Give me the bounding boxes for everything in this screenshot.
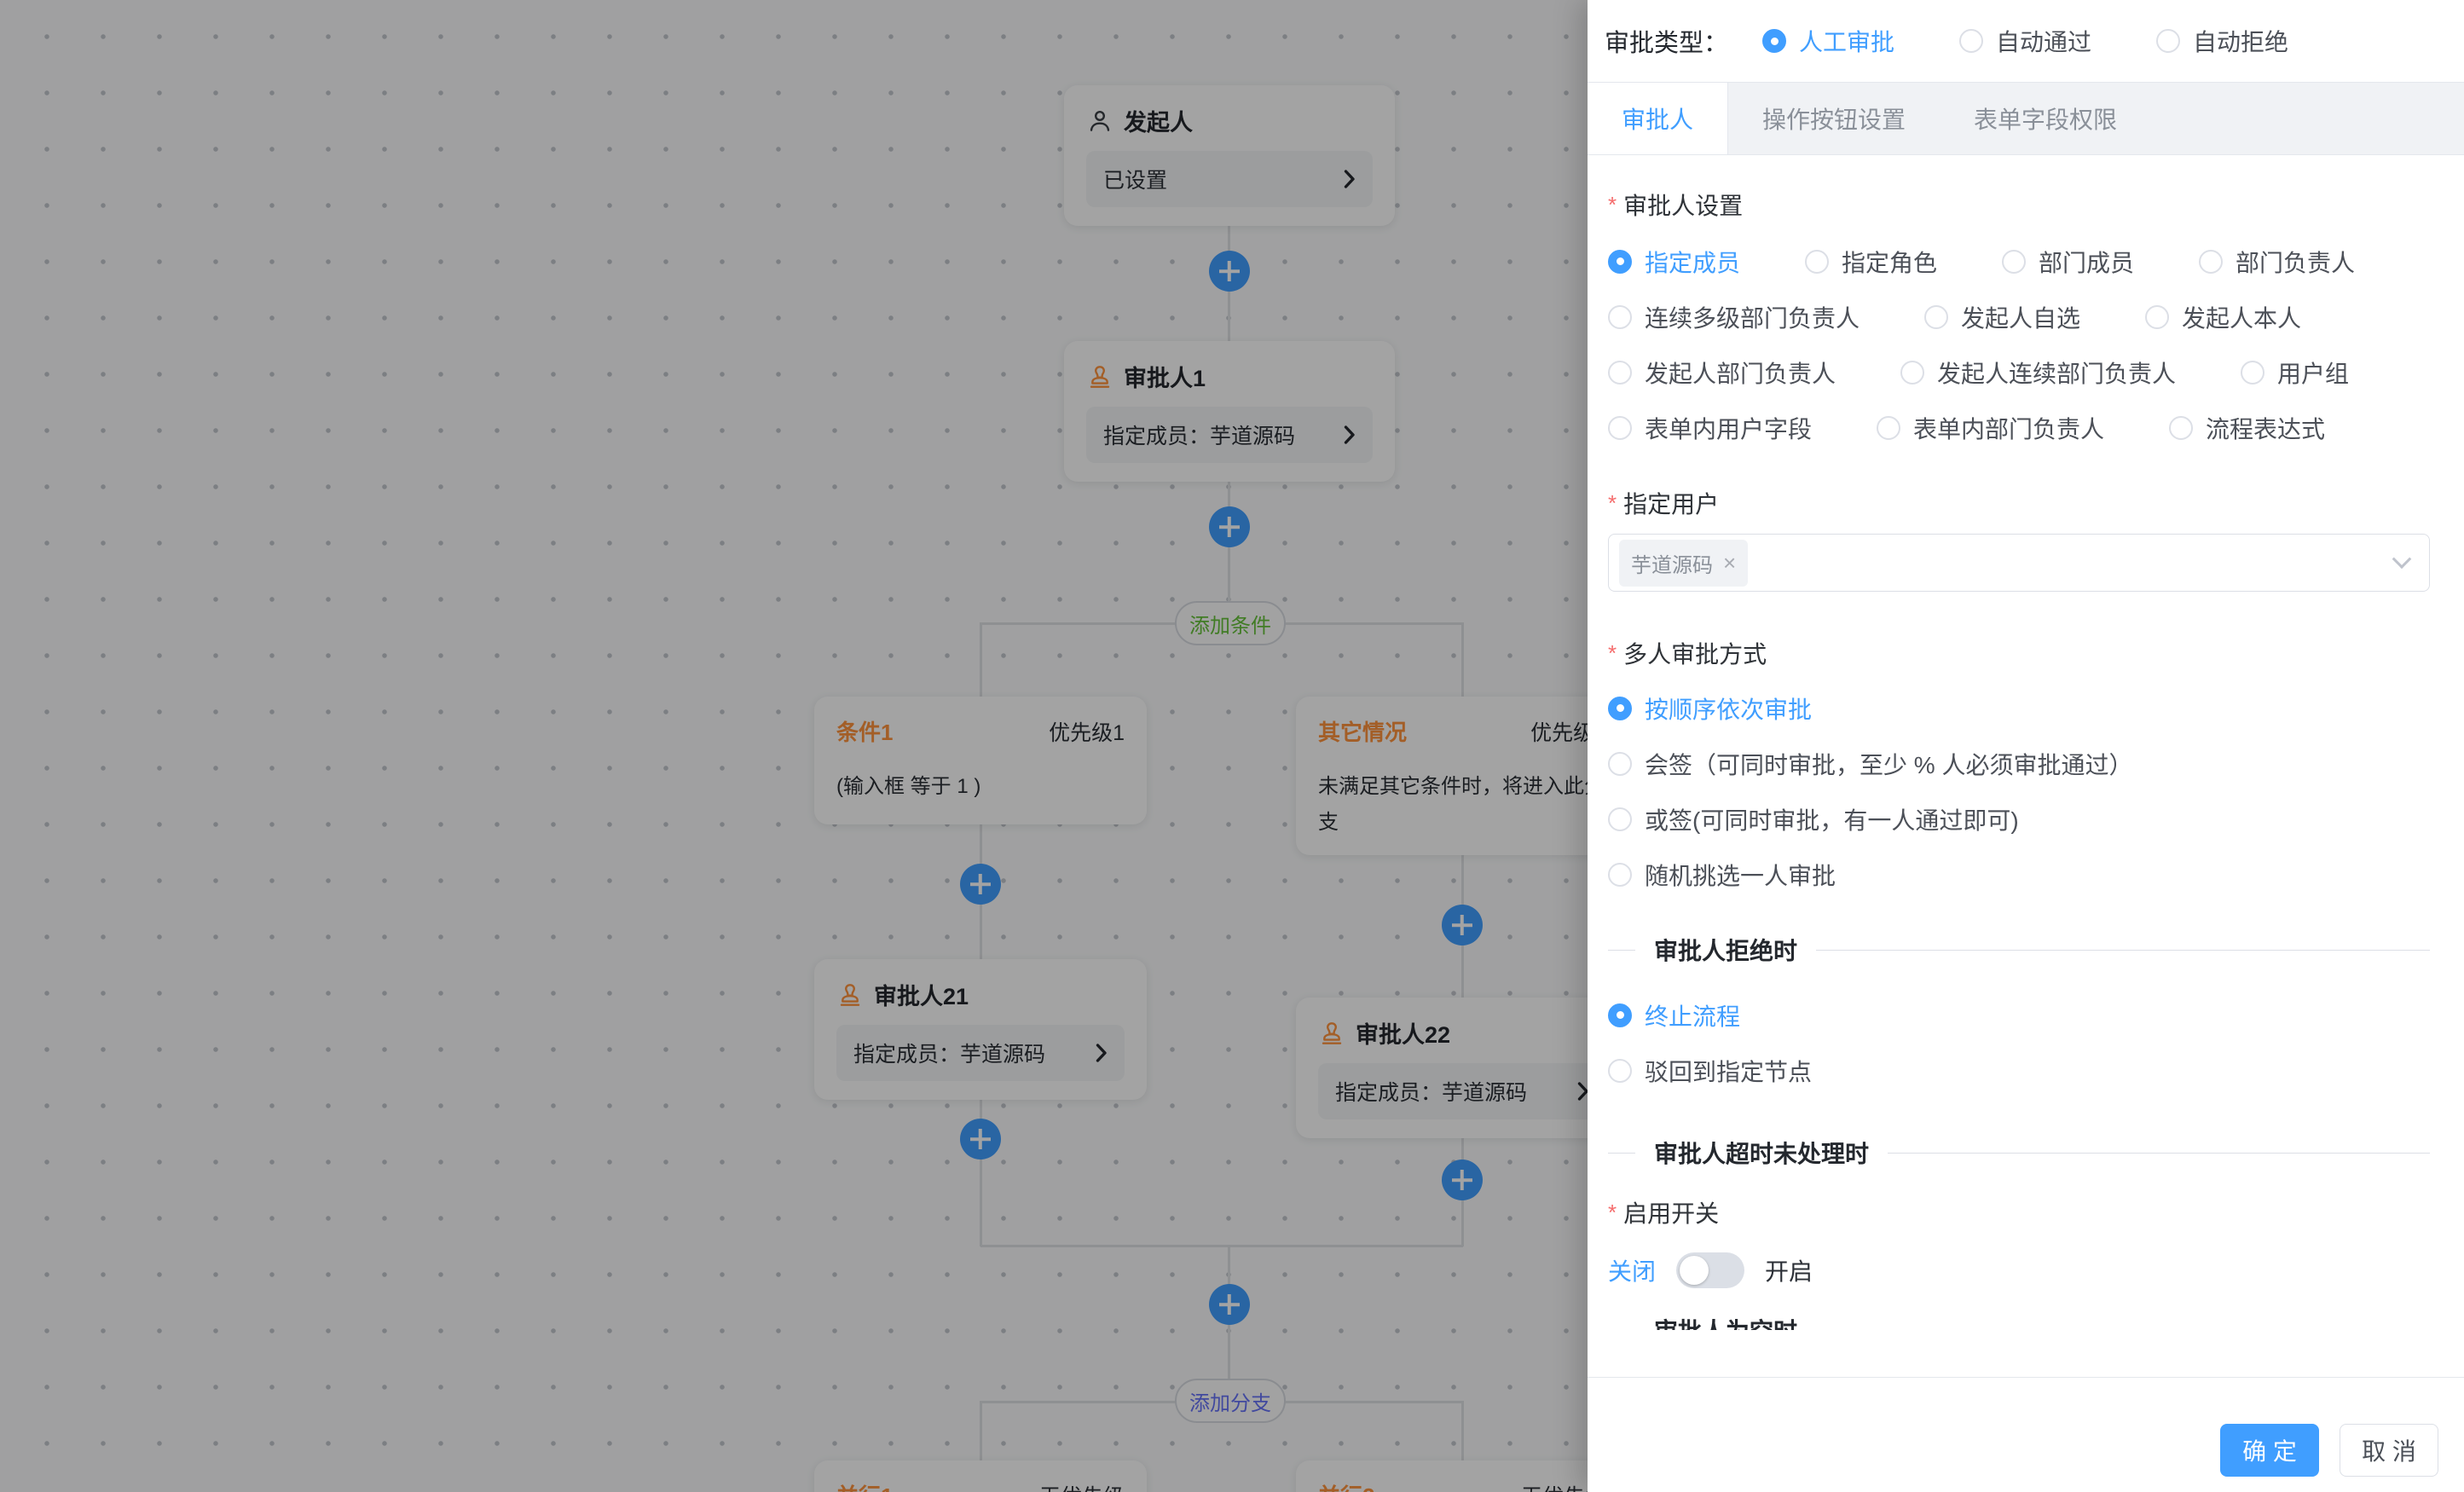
radio-icon (1608, 1059, 1632, 1083)
tab-button-settings[interactable]: 操作按钮设置 (1728, 83, 1940, 154)
cancel-button[interactable]: 取 消 (2340, 1424, 2438, 1477)
radio-icon (1608, 305, 1632, 329)
radio-option[interactable]: 发起人部门负责人 (1608, 356, 1836, 390)
radio-icon (2145, 305, 2169, 329)
radio-option[interactable]: 或签(可同时审批，有一人通过即可) (1608, 803, 2430, 835)
radio-icon (1608, 697, 1632, 720)
radio-option[interactable]: 终止流程 (1608, 999, 2430, 1031)
approver-setting-row: 表单内用户字段 表单内部门负责人 流程表达式 (1608, 412, 2430, 443)
approval-settings-drawer: 审批类型： 人工审批 自动通过 自动拒绝 审批人 操作按钮设置 表单字段权限 审… (1588, 0, 2464, 1492)
radio-option[interactable]: 指定成员 (1608, 245, 1740, 279)
empty-approver-section-divider: 审批人为空时 (1608, 1313, 2430, 1330)
reject-section-divider: 审批人拒绝时 (1608, 933, 2430, 967)
radio-icon (2169, 416, 2193, 440)
multi-approve-options: 按顺序依次审批 会签（可同时审批，至少 % 人必须审批通过） 或签(可同时审批，… (1608, 692, 2430, 890)
user-tag: 芋道源码 (1619, 540, 1748, 587)
confirm-button[interactable]: 确 定 (2220, 1424, 2319, 1477)
radio-icon (1762, 29, 1786, 53)
approval-type-row: 审批类型： 人工审批 自动通过 自动拒绝 (1588, 0, 2464, 82)
radio-icon (1608, 807, 1632, 831)
reject-options: 终止流程 驳回到指定节点 (1608, 999, 2430, 1086)
approver-setting-row: 发起人部门负责人 发起人连续部门负责人 用户组 (1608, 356, 2430, 388)
radio-icon (1608, 361, 1632, 385)
tab-approver[interactable]: 审批人 (1588, 83, 1728, 154)
radio-option[interactable]: 部门负责人 (2199, 245, 2355, 279)
radio-icon (2199, 250, 2223, 274)
enable-switch-label: 启用开关 (1608, 1195, 2430, 1229)
timeout-switch[interactable] (1676, 1252, 1744, 1288)
radio-icon (1608, 416, 1632, 440)
approver-setting-label: 审批人设置 (1608, 188, 2430, 222)
radio-option[interactable]: 按顺序依次审批 (1608, 692, 2430, 724)
toggle-on-label: 开启 (1765, 1253, 1813, 1287)
chevron-down-icon (2392, 549, 2412, 569)
approval-type-label: 审批类型： (1605, 23, 1728, 59)
radio-option[interactable]: 驳回到指定节点 (1608, 1055, 2430, 1086)
timeout-section-divider: 审批人超时未处理时 (1608, 1136, 2430, 1170)
radio-icon (2241, 361, 2264, 385)
radio-icon (1608, 863, 1632, 887)
radio-option[interactable]: 发起人连续部门负责人 (1900, 356, 2176, 390)
approver-setting-row: 指定成员 指定角色 部门成员 部门负责人 (1608, 246, 2430, 277)
radio-icon (2156, 29, 2180, 53)
radio-option[interactable]: 部门成员 (2002, 245, 2134, 279)
timeout-toggle-row: 关闭 开启 (1608, 1252, 2430, 1289)
radio-icon (1608, 250, 1632, 274)
assign-user-select[interactable]: 芋道源码 (1608, 534, 2430, 592)
radio-icon (2002, 250, 2026, 274)
radio-option[interactable]: 会签（可同时审批，至少 % 人必须审批通过） (1608, 748, 2430, 779)
radio-option[interactable]: 连续多级部门负责人 (1608, 300, 1860, 334)
radio-option[interactable]: 表单内用户字段 (1608, 411, 1812, 445)
radio-option[interactable]: 用户组 (2241, 356, 2349, 390)
radio-icon (1608, 1003, 1632, 1027)
radio-option[interactable]: 指定角色 (1805, 245, 1937, 279)
radio-icon (1877, 416, 1900, 440)
radio-option[interactable]: 流程表达式 (2169, 411, 2325, 445)
approver-setting-row: 连续多级部门负责人 发起人自选 发起人本人 (1608, 301, 2430, 333)
radio-option-auto-approve[interactable]: 自动通过 (1959, 24, 2091, 58)
radio-option[interactable]: 表单内部门负责人 (1877, 411, 2104, 445)
tab-form-field-permission[interactable]: 表单字段权限 (1940, 83, 2151, 154)
toggle-off-label: 关闭 (1608, 1253, 1656, 1287)
reject-section-title: 审批人拒绝时 (1654, 933, 1797, 967)
radio-icon (1924, 305, 1948, 329)
assign-user-label: 指定用户 (1608, 486, 2430, 520)
radio-icon (1608, 752, 1632, 776)
settings-tabs: 审批人 操作按钮设置 表单字段权限 (1588, 82, 2464, 155)
timeout-section-title: 审批人超时未处理时 (1654, 1136, 1869, 1170)
radio-icon (1805, 250, 1829, 274)
drawer-footer: 确 定 取 消 (1588, 1377, 2464, 1492)
radio-option[interactable]: 发起人自选 (1924, 300, 2080, 334)
empty-approver-section-title: 审批人为空时 (1654, 1313, 1797, 1330)
close-icon[interactable] (1723, 552, 1736, 574)
radio-option-auto-reject[interactable]: 自动拒绝 (2156, 24, 2288, 58)
multi-approve-mode-label: 多人审批方式 (1608, 636, 2430, 670)
radio-option[interactable]: 发起人本人 (2145, 300, 2301, 334)
radio-option[interactable]: 随机挑选一人审批 (1608, 859, 2430, 890)
radio-icon (1900, 361, 1924, 385)
radio-option-manual-approve[interactable]: 人工审批 (1762, 24, 1894, 58)
drawer-content[interactable]: 审批人设置 指定成员 指定角色 部门成员 部门负责人 连续多 (1588, 155, 2464, 1330)
radio-icon (1959, 29, 1983, 53)
